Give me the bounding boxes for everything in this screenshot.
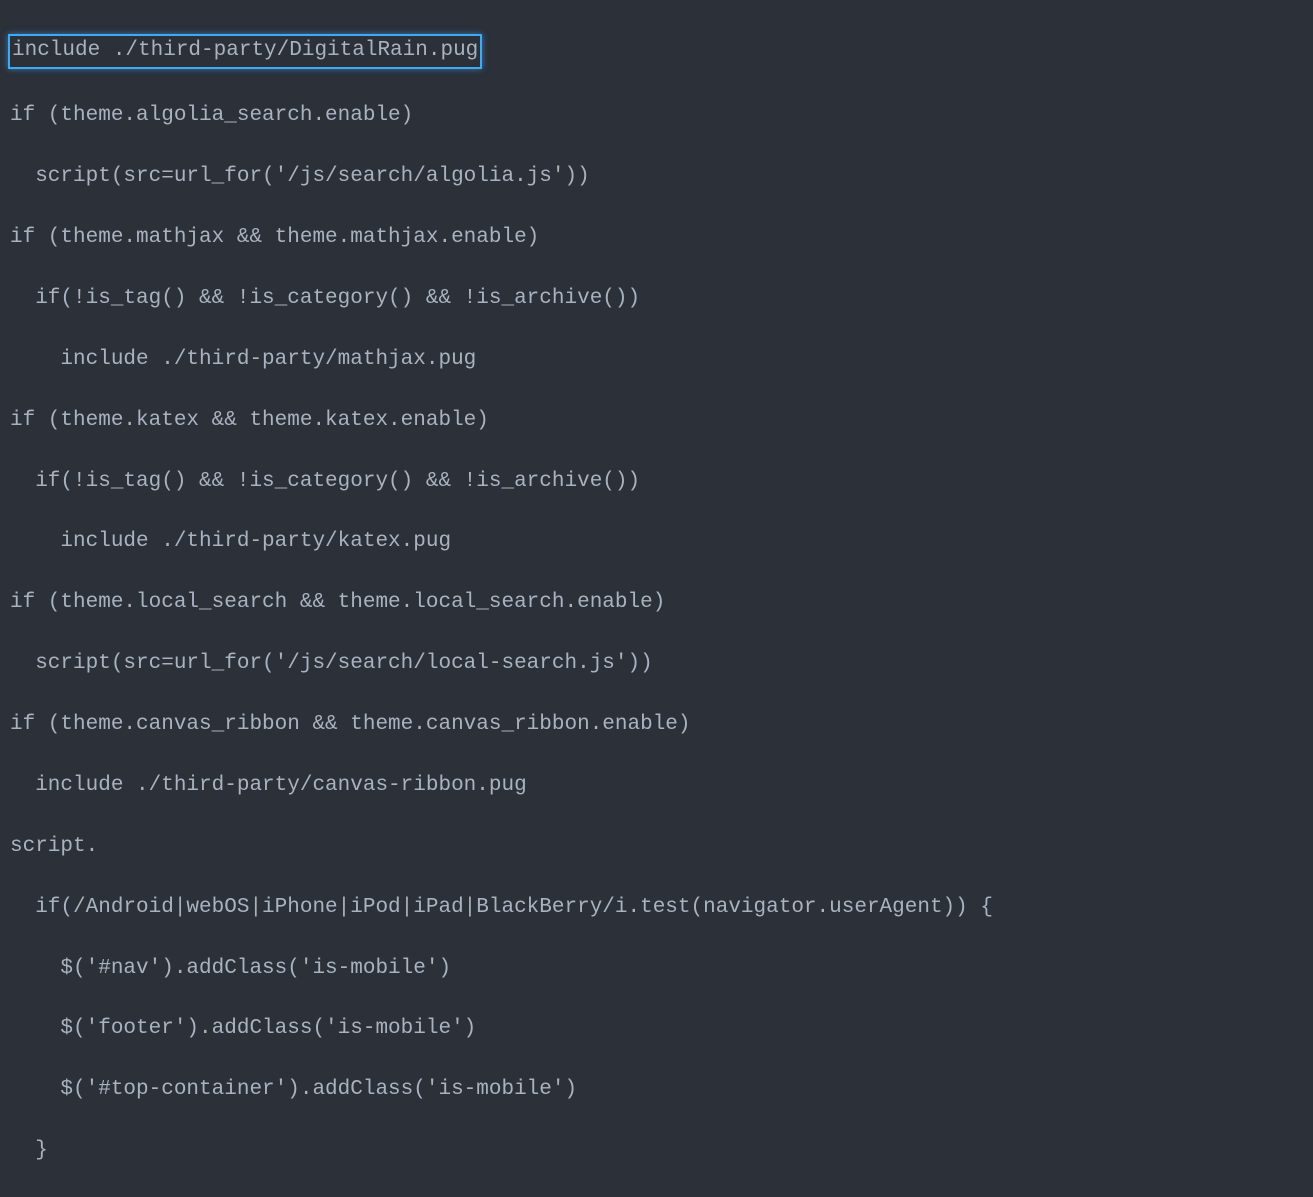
- code-line: script.: [10, 832, 1303, 862]
- code-line: if (theme.mathjax && theme.mathjax.enabl…: [10, 223, 1303, 253]
- code-line: if (theme.katex && theme.katex.enable): [10, 406, 1303, 436]
- code-line: if (theme.local_search && theme.local_se…: [10, 588, 1303, 618]
- code-line: include ./third-party/katex.pug: [10, 527, 1303, 557]
- code-line: include ./third-party/mathjax.pug: [10, 345, 1303, 375]
- code-line: }: [10, 1136, 1303, 1166]
- code-line: if (theme.algolia_search.enable): [10, 101, 1303, 131]
- code-line: if(/Android|webOS|iPhone|iPod|iPad|Black…: [10, 893, 1303, 923]
- code-line: if (theme.canvas_ribbon && theme.canvas_…: [10, 710, 1303, 740]
- code-line: script(src=url_for('/js/search/local-sea…: [10, 649, 1303, 679]
- code-line: if(!is_tag() && !is_category() && !is_ar…: [10, 467, 1303, 497]
- code-line: $('#nav').addClass('is-mobile'): [10, 954, 1303, 984]
- code-line: script(src=url_for('/js/search/algolia.j…: [10, 162, 1303, 192]
- code-editor[interactable]: include ./third-party/DigitalRain.pug if…: [10, 4, 1303, 1197]
- selection-highlight: include ./third-party/DigitalRain.pug: [8, 34, 482, 68]
- code-line: $('footer').addClass('is-mobile'): [10, 1014, 1303, 1044]
- code-line: include ./third-party/canvas-ribbon.pug: [10, 771, 1303, 801]
- code-line: if(!is_tag() && !is_category() && !is_ar…: [10, 284, 1303, 314]
- code-line-highlighted: include ./third-party/DigitalRain.pug: [10, 34, 1303, 70]
- code-line: $('#top-container').addClass('is-mobile'…: [10, 1075, 1303, 1105]
